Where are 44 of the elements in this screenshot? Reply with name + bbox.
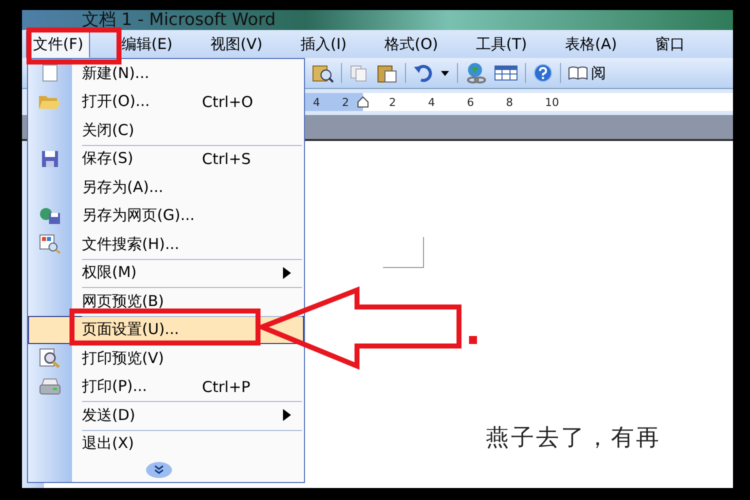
read-button[interactable]: 阅 [568, 64, 606, 82]
menu-item[interactable]: 格式(O) [378, 30, 446, 58]
menu-option[interactable]: 另存为(A)... [28, 173, 304, 202]
window-title: 文档 1 - Microsoft Word [82, 10, 276, 30]
menu-item[interactable]: 编辑(E) [114, 30, 180, 58]
menu-item[interactable]: 表格(A) [558, 30, 624, 58]
menu-option[interactable]: 新建(N)... [28, 59, 304, 88]
research-icon[interactable] [312, 63, 334, 83]
menu-option[interactable]: 文件搜索(H)... [28, 230, 304, 258]
menu-option[interactable]: 权限(M) [28, 258, 304, 287]
menu-option[interactable]: 退出(X) [28, 430, 304, 458]
menu-option[interactable]: 保存(S) Ctrl+S [28, 144, 304, 173]
file-search-icon [38, 233, 62, 256]
table-icon[interactable] [494, 63, 518, 83]
expand-chevron-icon[interactable] [145, 461, 173, 479]
menu-item[interactable]: 插入(I) [294, 30, 354, 58]
ruler-number: 2 [389, 96, 396, 108]
ruler-number: 2 [342, 96, 349, 108]
menu-item[interactable]: 工具(T) [469, 30, 534, 58]
menu-item[interactable]: 视图(V) [204, 30, 270, 58]
document-text: 燕子去了，有再 [486, 424, 661, 453]
menu-option[interactable]: 网页预览(B) [28, 287, 304, 316]
undo-icon[interactable] [413, 63, 433, 83]
menu-option[interactable]: 关闭(C) [28, 116, 304, 144]
ruler-number: 6 [467, 96, 474, 108]
menu-option[interactable]: 发送(D) [28, 401, 304, 430]
paste-icon[interactable] [376, 63, 398, 83]
blank-page-icon [40, 63, 60, 84]
ruler-number: 8 [506, 96, 513, 108]
margin-corner-mark [383, 237, 424, 268]
menu-option[interactable]: 打印(P)... Ctrl+P [28, 372, 304, 401]
ruler-number: 4 [428, 96, 435, 108]
menu-option[interactable]: 另存为网页(G)... [28, 202, 304, 230]
globe-icon[interactable] [465, 62, 487, 84]
printer-icon [38, 376, 62, 397]
ruler-number: 4 [313, 96, 320, 108]
menu-option[interactable]: 打印预览(V) [28, 344, 304, 372]
globe-disk-icon [38, 206, 62, 226]
menu-item[interactable]: 窗口 [648, 30, 692, 58]
ruler-number: 10 [545, 96, 559, 108]
help-icon[interactable] [533, 63, 553, 83]
print-preview-icon [38, 347, 62, 370]
book-icon [568, 65, 588, 81]
menu-option[interactable]: 打开(O)... Ctrl+O [28, 88, 304, 116]
